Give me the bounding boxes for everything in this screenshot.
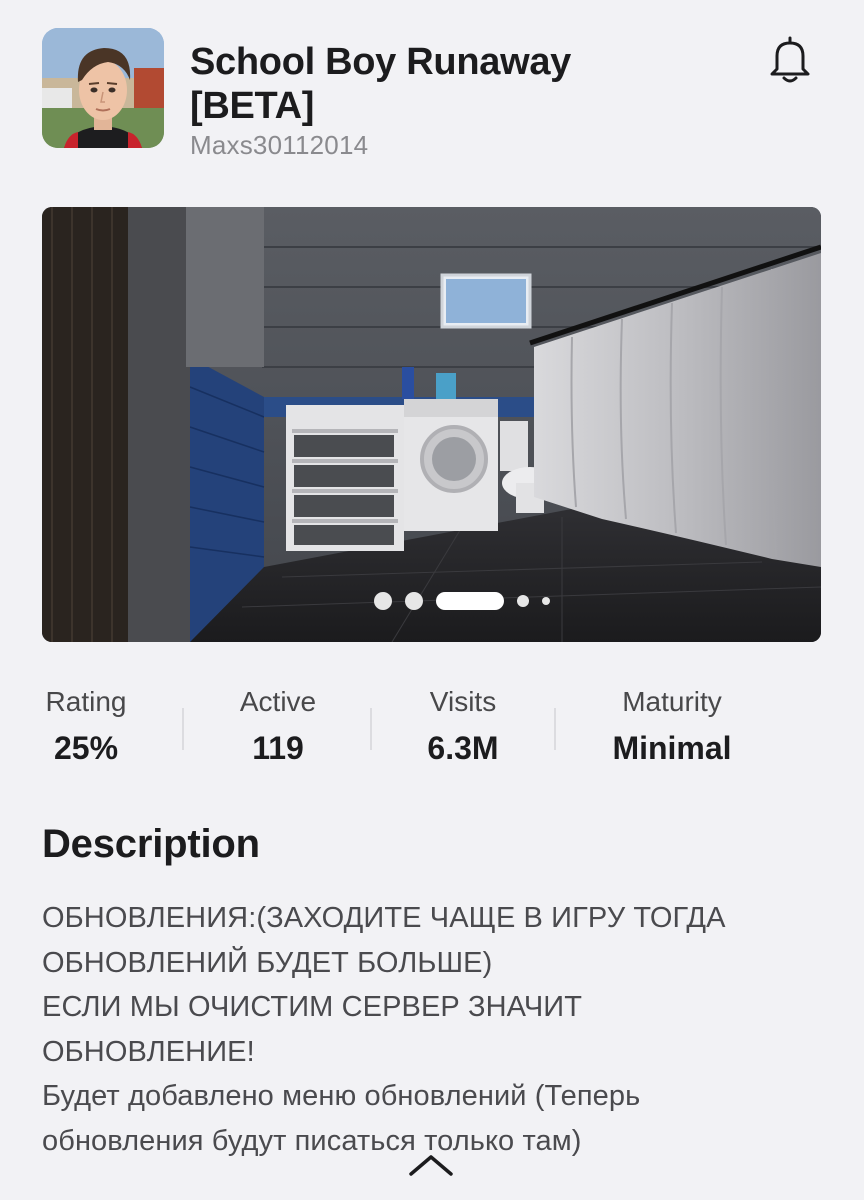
stat-divider xyxy=(554,708,556,750)
stat-value: 25% xyxy=(53,730,119,766)
game-stats: Rating 25% Active 119 Visits 6.3M Maturi… xyxy=(42,686,822,786)
description-line: ОБНОВЛЕНИЕ! xyxy=(42,1035,255,1068)
collapse-description-button[interactable] xyxy=(408,1152,454,1178)
description-heading: Description xyxy=(42,822,260,866)
stat-value: 119 xyxy=(252,730,304,766)
game-details-page: School Boy Runaway [BETA] Maxs30112014 R… xyxy=(0,0,864,1200)
game-thumbnail[interactable] xyxy=(42,28,164,148)
stat-rating: Rating 25% xyxy=(42,686,130,767)
creator-name-link[interactable]: Maxs30112014 xyxy=(190,130,368,161)
stat-value: 6.3M xyxy=(427,730,499,766)
carousel-dot[interactable] xyxy=(404,592,423,610)
game-title-line-2: [BETA] xyxy=(190,85,315,127)
carousel-dot[interactable] xyxy=(516,595,529,607)
stat-maturity: Maturity Minimal xyxy=(602,686,742,767)
description-line: ОБНОВЛЕНИЙ БУДЕТ БОЛЬШЕ) xyxy=(42,946,493,979)
stat-label: Maturity xyxy=(622,686,722,717)
stat-label: Active xyxy=(239,686,317,717)
carousel-dot-active[interactable] xyxy=(435,592,504,610)
carousel-dot[interactable] xyxy=(541,597,550,605)
carousel-dot[interactable] xyxy=(373,592,392,610)
stat-divider xyxy=(182,708,184,750)
stat-label: Rating xyxy=(45,686,127,717)
description-line: Будет добавлено меню обновлений (Теперь xyxy=(42,1080,641,1112)
stat-value: Minimal xyxy=(612,730,732,766)
game-header: School Boy Runaway [BETA] Maxs30112014 xyxy=(42,26,822,166)
stat-divider xyxy=(370,708,372,750)
stat-active: Active 119 xyxy=(228,686,328,767)
description-line: ЕСЛИ МЫ ОЧИСТИМ СЕРВЕР ЗНАЧИТ xyxy=(42,991,583,1023)
stat-label: Visits xyxy=(429,686,497,717)
notify-button[interactable] xyxy=(764,32,816,86)
carousel-pagination xyxy=(42,592,821,610)
game-title-line-1: School Boy Runaway xyxy=(190,41,572,83)
game-title: School Boy Runaway [BETA] xyxy=(190,40,710,128)
stat-visits: Visits 6.3M xyxy=(412,686,514,767)
chevron-up-icon xyxy=(409,1155,453,1176)
bell-icon xyxy=(770,36,810,83)
screenshot-bathroom-image xyxy=(42,207,821,642)
media-carousel[interactable] xyxy=(42,207,821,642)
description-line: ОБНОВЛЕНИЯ:(ЗАХОДИТЕ ЧАЩЕ В ИГРУ ТОГДА xyxy=(42,902,726,934)
description-text: ОБНОВЛЕНИЯ:(ЗАХОДИТЕ ЧАЩЕ В ИГРУ ТОГДА О… xyxy=(42,896,822,1163)
boy-avatar-image xyxy=(42,28,164,148)
